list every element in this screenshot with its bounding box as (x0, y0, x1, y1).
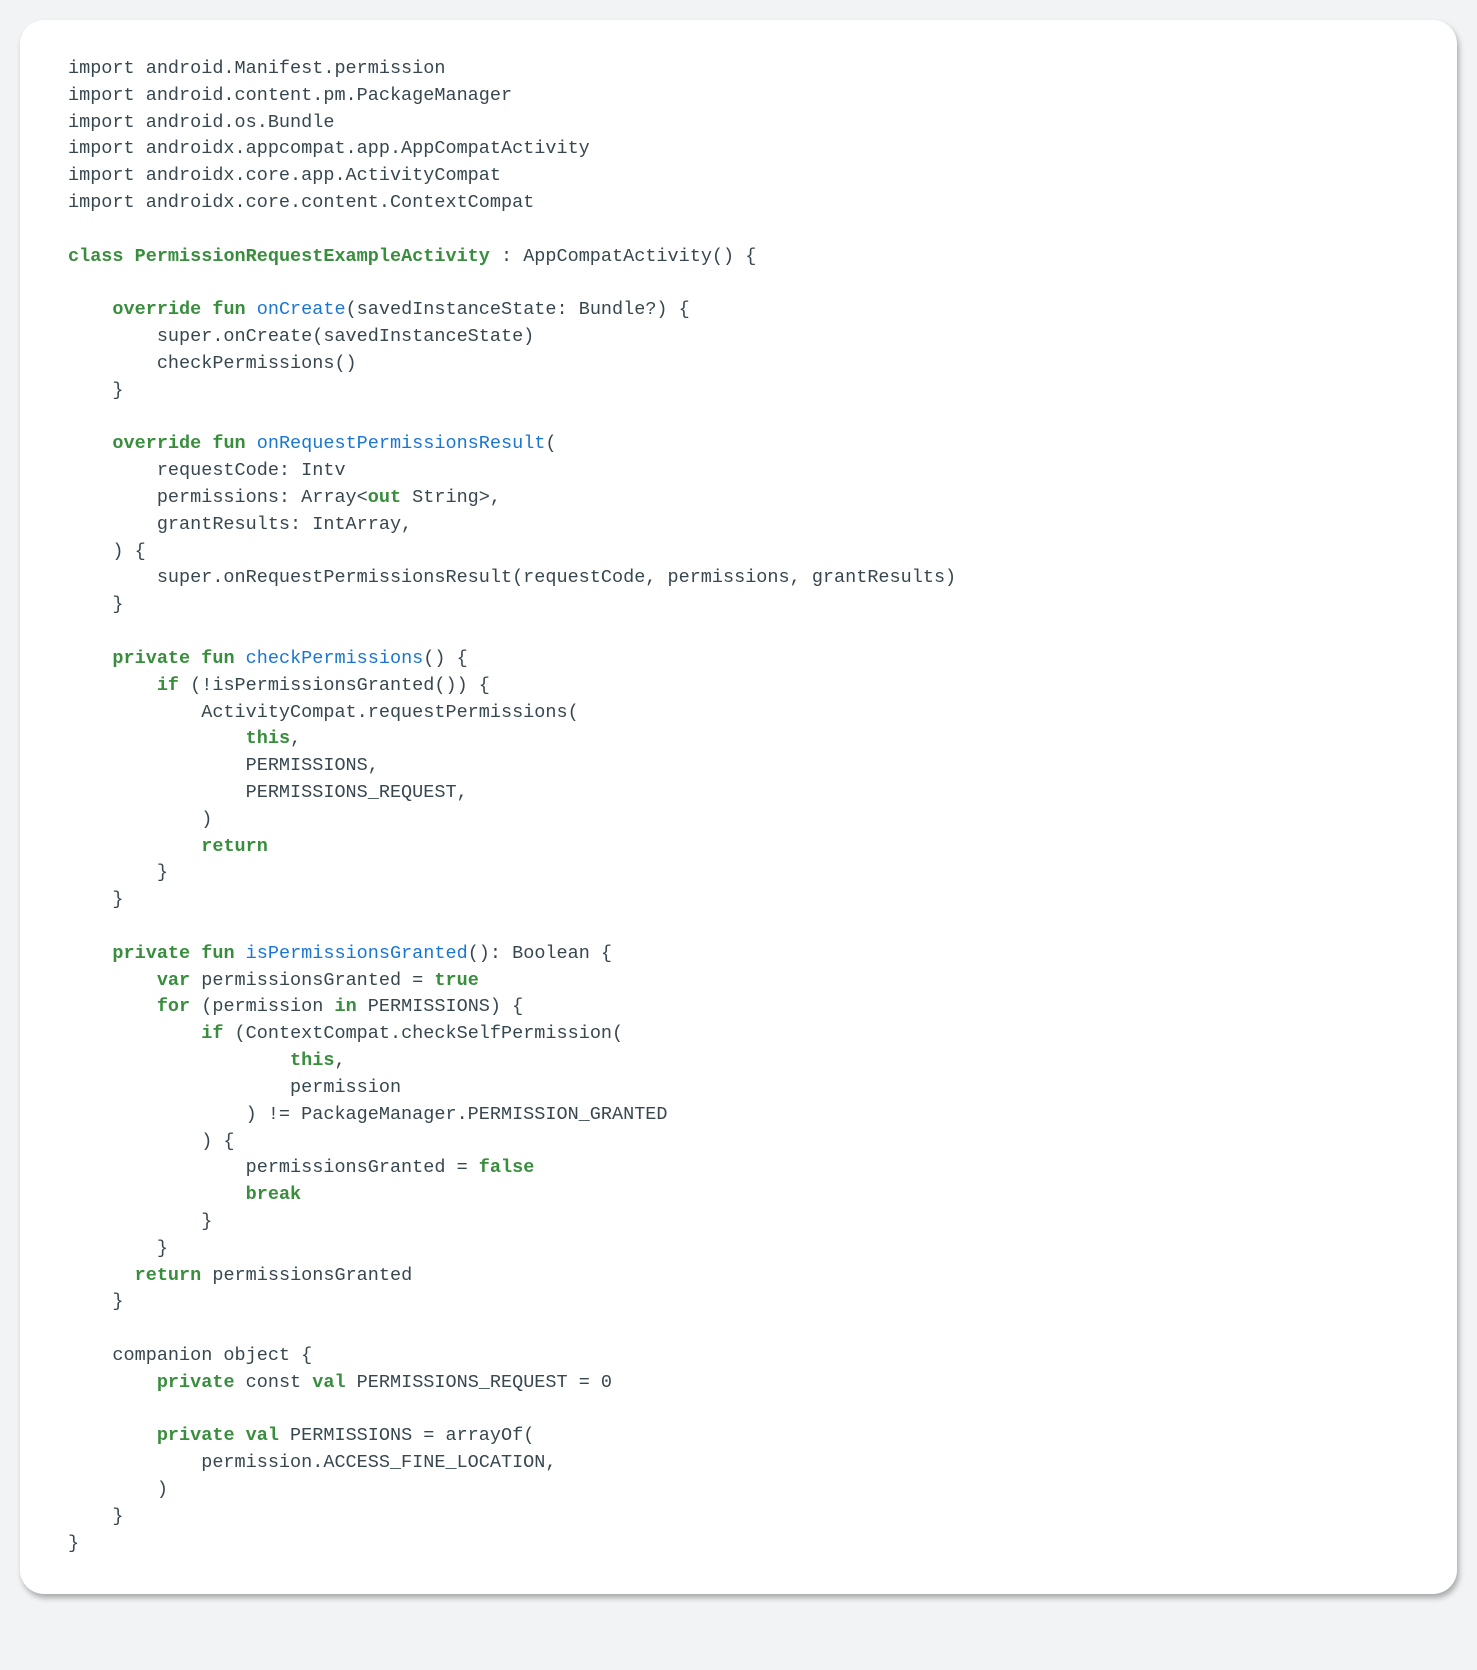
code-block: import android.Manifest.permission impor… (68, 56, 1409, 1558)
code-content: import android.Manifest.permission impor… (68, 58, 956, 1554)
code-block-container: import android.Manifest.permission impor… (20, 20, 1457, 1594)
